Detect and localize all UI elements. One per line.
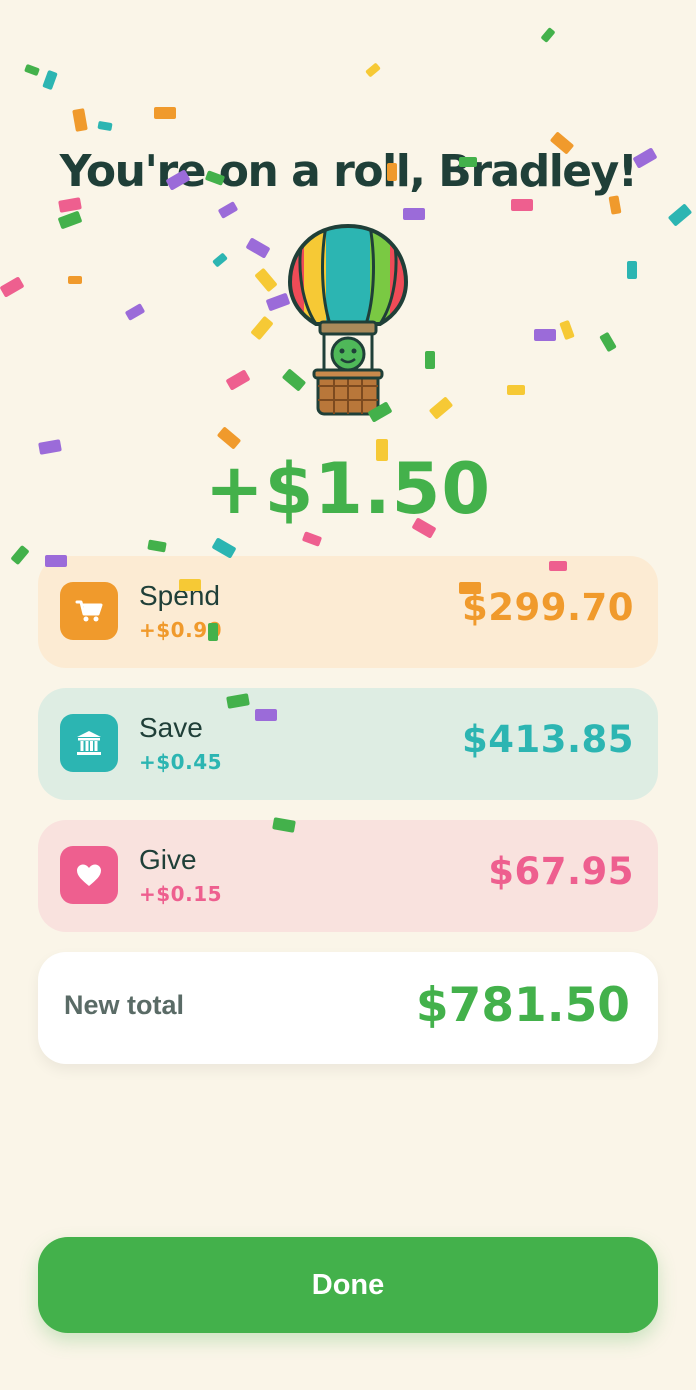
confetti-piece [534,329,556,341]
confetti-piece [147,539,167,553]
spend-label: Spend [139,580,220,611]
confetti-piece [245,237,271,259]
spend-delta: +$0.90 [139,618,223,642]
reward-amount: +$1.50 [204,448,492,530]
confetti-piece [216,426,242,450]
page-title: You're on a roll, Bradley! [59,146,638,197]
spend-balance: $299.70 [461,586,634,629]
give-delta: +$0.15 [139,882,223,906]
total-value: $781.50 [415,978,630,1033]
spend-card[interactable]: Spend +$0.90 $299.70 [38,556,658,668]
total-label: New total [64,990,185,1020]
confetti-piece [254,267,278,293]
give-balance: $67.95 [488,850,634,893]
confetti-piece [212,252,228,268]
confetti-piece [225,369,251,391]
confetti-piece [57,210,83,230]
save-card[interactable]: Save +$0.45 $413.85 [38,688,658,800]
total-card: New total $781.50 [38,952,658,1064]
confetti-piece [68,276,82,284]
confetti-piece [97,120,113,132]
confetti-piece [24,63,40,77]
confetti-piece [217,201,239,219]
confetti-piece [0,276,25,298]
confetti-piece [599,331,617,353]
done-button[interactable]: Done [38,1237,658,1333]
confetti-piece [507,385,525,395]
hot-air-balloon-icon [287,223,409,416]
confetti-piece [511,199,533,211]
confetti-piece [627,261,637,279]
save-delta: +$0.45 [139,750,223,774]
confetti-piece [667,203,693,227]
confetti-piece [365,62,381,78]
confetti-piece [425,351,435,369]
confetti-piece [72,108,88,132]
confetti-piece [301,531,323,547]
confetti-piece [559,319,575,341]
confetti-piece [540,27,556,43]
confetti-piece [428,396,454,420]
shopping-cart-icon [60,582,118,640]
confetti-piece [154,107,176,119]
confetti-piece [58,197,82,213]
save-balance: $413.85 [461,718,634,761]
confetti-piece [124,303,146,321]
give-card[interactable]: Give +$0.15 $67.95 [38,820,658,932]
bank-icon [60,714,118,772]
confetti-piece [42,69,58,91]
heart-icon [60,846,118,904]
save-label: Save [139,712,203,743]
confetti-piece [403,208,425,220]
confetti-piece [608,195,622,215]
confetti-piece [10,544,30,566]
give-label: Give [139,844,197,875]
confetti-piece [250,315,274,341]
